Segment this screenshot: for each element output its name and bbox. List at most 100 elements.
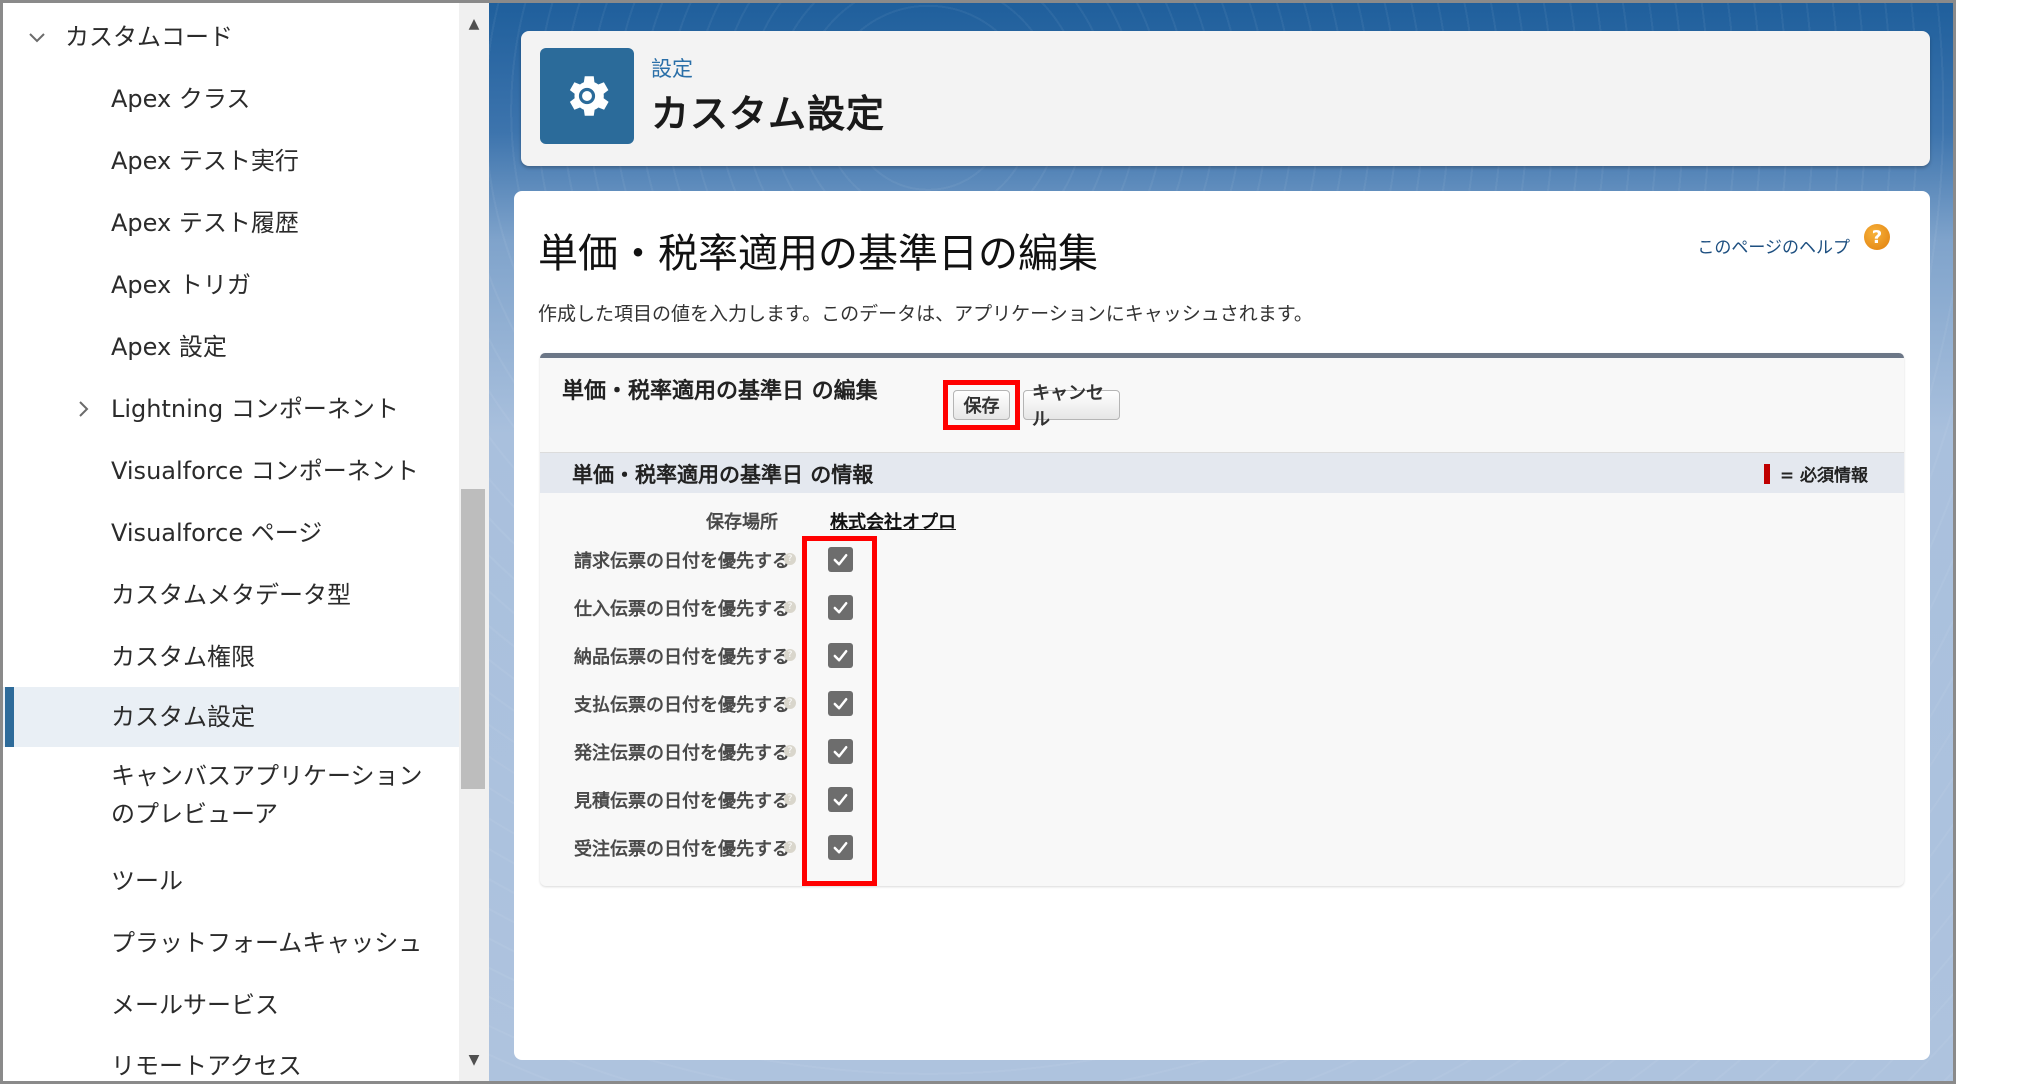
field-row: 納品伝票の日付を優先する? [540,639,1904,679]
checkmark-icon [833,601,848,614]
field-label: 仕入伝票の日付を優先する [574,599,790,620]
checkmark-icon [833,841,848,854]
field-row: 仕入伝票の日付を優先する? [540,591,1904,631]
breadcrumb[interactable]: 設定 [651,53,693,83]
sidebar-item-label: プラットフォームキャッシュ [111,929,423,957]
sidebar-item-apex-settings[interactable]: Apex 設定 [3,317,459,377]
field-help-icon[interactable]: ? [784,553,796,565]
app-window: カスタムコード Apex クラス Apex テスト実行 Apex テスト履歴 A… [0,0,1956,1084]
sidebar-item-label: Lightning コンポーネント [111,395,399,423]
page-header: 設定 カスタム設定 [521,31,1930,166]
field-label: 見積伝票の日付を優先する [574,791,790,812]
page-title: カスタム設定 [651,92,886,136]
sidebar-item-label: カスタム設定 [111,703,255,731]
checkmark-icon [833,649,848,662]
sidebar-item-custom-permissions[interactable]: カスタム権限 [3,627,459,687]
sidebar-item-email-services[interactable]: メールサービス [3,975,459,1035]
gear-icon [540,48,634,144]
sidebar-item-label: カスタムメタデータ型 [111,581,351,609]
field-label: 支払伝票の日付を優先する [574,695,790,716]
cancel-button[interactable]: キャンセル [1023,383,1120,430]
setup-sidebar: カスタムコード Apex クラス Apex テスト実行 Apex テスト履歴 A… [3,3,459,1081]
sidebar-scrollbar[interactable]: ▲ ▼ [459,3,489,1081]
chevron-right-icon[interactable] [73,399,93,419]
sidebar-item-label: Apex テスト実行 [111,147,299,175]
field-checkbox[interactable] [828,691,853,716]
checkmark-icon [833,553,848,566]
edit-block-title: 単価・税率適用の基準日 の編集 [562,379,878,404]
field-checkbox[interactable] [828,643,853,668]
field-label: 受注伝票の日付を優先する [574,839,790,860]
main-content: 設定 カスタム設定 単価・税率適用の基準日の編集 このページのヘルプ ? 作成し… [489,3,1953,1081]
scroll-down-arrow-icon[interactable]: ▼ [459,1045,489,1075]
location-label: 保存場所 [706,512,778,533]
field-checkbox[interactable] [828,595,853,620]
field-row: 見積伝票の日付を優先する? [540,783,1904,823]
sidebar-item-label: メールサービス [111,991,279,1019]
field-help-icon[interactable]: ? [784,649,796,661]
checkmark-icon [833,697,848,710]
required-legend: = 必須情報 [1763,461,1868,486]
page-description: 作成した項目の値を入力します。このデータは、アプリケーションにキャッシュされます… [538,303,1313,325]
field-help-icon[interactable]: ? [784,697,796,709]
field-row: 発注伝票の日付を優先する? [540,735,1904,775]
location-row: 保存場所 株式会社オプロ [540,500,1904,540]
checkmark-icon [833,745,848,758]
scrollbar-thumb[interactable] [461,489,485,789]
field-row: 受注伝票の日付を優先する? [540,831,1904,871]
sidebar-item-remote-access[interactable]: リモートアクセス [3,1036,459,1081]
sidebar-item-label: Apex トリガ [111,271,251,299]
field-checkbox[interactable] [828,835,853,860]
sidebar-section-label: カスタムコード [65,23,233,51]
sidebar-item-label: Visualforce コンポーネント [111,457,419,485]
sidebar-item-label: Apex テスト履歴 [111,209,299,237]
scroll-up-arrow-icon[interactable]: ▲ [459,9,489,39]
sidebar-item-apex-classes[interactable]: Apex クラス [3,69,459,129]
help-link[interactable]: このページのヘルプ [1697,233,1850,258]
checkmark-icon [833,793,848,806]
save-button[interactable]: 保存 [953,390,1010,420]
field-label: 納品伝票の日付を優先する [574,647,790,668]
sidebar-item-visualforce-pages[interactable]: Visualforce ページ [3,503,459,563]
field-help-icon[interactable]: ? [784,745,796,757]
field-label: 請求伝票の日付を優先する [574,551,790,572]
sidebar-item-label: Apex クラス [111,85,251,113]
sidebar-item-label-line2: のプレビューア [111,800,279,828]
field-row: 請求伝票の日付を優先する? [540,543,1904,583]
location-value[interactable]: 株式会社オプロ [830,508,956,534]
sidebar-item-apex-test-history[interactable]: Apex テスト履歴 [3,193,459,253]
edit-page-card: 単価・税率適用の基準日の編集 このページのヘルプ ? 作成した項目の値を入力しま… [514,191,1930,1060]
sidebar-item-label: ツール [111,867,183,895]
sidebar-item-tools[interactable]: ツール [3,851,459,911]
sidebar-item-apex-triggers[interactable]: Apex トリガ [3,255,459,315]
help-question-icon[interactable]: ? [1864,224,1890,250]
edit-block: 単価・税率適用の基準日 の編集 保存 キャンセル 単価・税率適用の基準日 の情報… [540,353,1904,886]
sidebar-item-label: Apex 設定 [111,333,227,361]
field-checkbox[interactable] [828,739,853,764]
chevron-down-icon [27,27,47,47]
section-title: 単価・税率適用の基準日 の情報 [572,463,874,487]
field-label: 発注伝票の日付を優先する [574,743,790,764]
field-checkbox[interactable] [828,547,853,572]
sidebar-item-lightning-components[interactable]: Lightning コンポーネント [3,379,459,439]
sidebar-item-custom-settings[interactable]: カスタム設定 [3,687,459,747]
required-marker-icon [1763,463,1770,484]
edit-page-title: 単価・税率適用の基準日の編集 [538,231,1098,277]
sidebar-item-canvas-app-previewer[interactable]: キャンバスアプリケーション のプレビューア [3,753,459,837]
required-legend-text: = 必須情報 [1779,466,1868,486]
sidebar-item-label: カスタム権限 [111,643,255,671]
sidebar-section-custom-code[interactable]: カスタムコード [3,7,459,67]
sidebar-item-custom-metadata-types[interactable]: カスタムメタデータ型 [3,565,459,625]
sidebar-item-label: リモートアクセス [111,1052,302,1080]
sidebar-item-label: キャンバスアプリケーション [111,762,423,790]
field-help-icon[interactable]: ? [784,601,796,613]
field-row: 支払伝票の日付を優先する? [540,687,1904,727]
sidebar-item-label: Visualforce ページ [111,519,323,547]
field-help-icon[interactable]: ? [784,793,796,805]
section-header: 単価・税率適用の基準日 の情報 = 必須情報 [540,452,1904,493]
field-checkbox[interactable] [828,787,853,812]
sidebar-item-apex-test-execution[interactable]: Apex テスト実行 [3,131,459,191]
field-help-icon[interactable]: ? [784,841,796,853]
sidebar-item-platform-cache[interactable]: プラットフォームキャッシュ [3,913,459,973]
sidebar-item-visualforce-components[interactable]: Visualforce コンポーネント [3,441,459,501]
